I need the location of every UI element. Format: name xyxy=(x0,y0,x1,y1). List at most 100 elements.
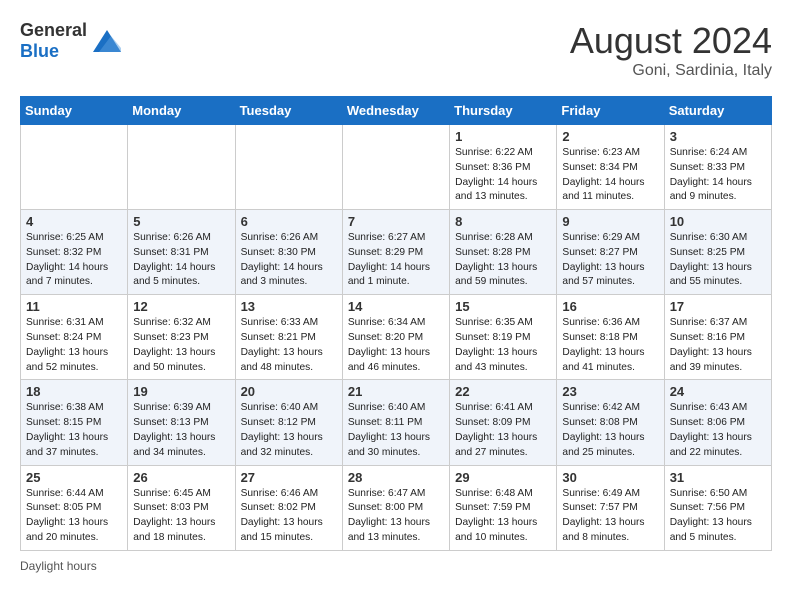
day-cell xyxy=(235,125,342,210)
day-cell: 1 Sunrise: 6:22 AM Sunset: 8:36 PM Daylig… xyxy=(450,125,557,210)
day-cell: 5 Sunrise: 6:26 AM Sunset: 8:31 PM Daylig… xyxy=(128,210,235,295)
day-number: 10 xyxy=(670,214,766,229)
day-number: 15 xyxy=(455,299,551,314)
day-info: Sunrise: 6:41 AM Sunset: 8:09 PM Dayligh… xyxy=(455,401,551,460)
day-cell: 21Sunrise: 6:40 AM Sunset: 8:11 PM Dayli… xyxy=(342,380,449,465)
day-cell: 18 Sunrise: 6:38 AM Sunset: 8:15 PM Dayli… xyxy=(21,380,128,465)
day-number: 22 xyxy=(455,384,551,399)
day-number: 16 xyxy=(562,299,658,314)
day-cell: 22 Sunrise: 6:41 AM Sunset: 8:09 PM Dayli… xyxy=(450,380,557,465)
day-cell: 4 Sunrise: 6:25 AM Sunset: 8:32 PM Daylig… xyxy=(21,210,128,295)
day-number: 3 xyxy=(670,129,766,144)
day-number: 12 xyxy=(133,299,229,314)
day-number: 7 xyxy=(348,214,444,229)
day-cell: 30Sunrise: 6:49 AM Sunset: 7:57 PM Dayli… xyxy=(557,465,664,550)
logo-general: General xyxy=(20,20,87,40)
day-number: 4 xyxy=(26,214,122,229)
footer-note: Daylight hours xyxy=(20,559,772,573)
week-row-2: 4 Sunrise: 6:25 AM Sunset: 8:32 PM Daylig… xyxy=(21,210,772,295)
day-cell: 29 Sunrise: 6:48 AM Sunset: 7:59 PM Dayli… xyxy=(450,465,557,550)
day-info: Sunrise: 6:36 AM Sunset: 8:18 PM Dayligh… xyxy=(562,316,658,375)
day-info: Sunrise: 6:45 AM Sunset: 8:03 PM Dayligh… xyxy=(133,487,229,546)
day-number: 28 xyxy=(348,470,444,485)
day-info: Sunrise: 6:26 AM Sunset: 8:30 PM Dayligh… xyxy=(241,231,337,290)
day-info: Sunrise: 6:43 AM Sunset: 8:06 PM Dayligh… xyxy=(670,401,766,460)
day-info: Sunrise: 6:29 AM Sunset: 8:27 PM Dayligh… xyxy=(562,231,658,290)
day-cell: 20 Sunrise: 6:40 AM Sunset: 8:12 PM Dayli… xyxy=(235,380,342,465)
week-row-5: 25Sunrise: 6:44 AM Sunset: 8:05 PM Dayli… xyxy=(21,465,772,550)
day-cell: 12Sunrise: 6:32 AM Sunset: 8:23 PM Dayli… xyxy=(128,295,235,380)
day-cell: 9Sunrise: 6:29 AM Sunset: 8:27 PM Daylig… xyxy=(557,210,664,295)
title-block: August 2024 Goni, Sardinia, Italy xyxy=(570,20,772,80)
day-number: 31 xyxy=(670,470,766,485)
day-cell: 10 Sunrise: 6:30 AM Sunset: 8:25 PM Dayli… xyxy=(664,210,771,295)
calendar-body: 1 Sunrise: 6:22 AM Sunset: 8:36 PM Daylig… xyxy=(21,125,772,551)
day-cell: 23Sunrise: 6:42 AM Sunset: 8:08 PM Dayli… xyxy=(557,380,664,465)
day-cell: 2 Sunrise: 6:23 AM Sunset: 8:34 PM Daylig… xyxy=(557,125,664,210)
day-info: Sunrise: 6:26 AM Sunset: 8:31 PM Dayligh… xyxy=(133,231,229,290)
weekday-thursday: Thursday xyxy=(450,97,557,125)
day-cell xyxy=(21,125,128,210)
day-number: 2 xyxy=(562,129,658,144)
day-number: 13 xyxy=(241,299,337,314)
week-row-4: 18 Sunrise: 6:38 AM Sunset: 8:15 PM Dayli… xyxy=(21,380,772,465)
day-cell: 6 Sunrise: 6:26 AM Sunset: 8:30 PM Daylig… xyxy=(235,210,342,295)
day-cell: 11 Sunrise: 6:31 AM Sunset: 8:24 PM Dayli… xyxy=(21,295,128,380)
week-row-1: 1 Sunrise: 6:22 AM Sunset: 8:36 PM Daylig… xyxy=(21,125,772,210)
day-cell: 24 Sunrise: 6:43 AM Sunset: 8:06 PM Dayli… xyxy=(664,380,771,465)
day-number: 5 xyxy=(133,214,229,229)
location-title: Goni, Sardinia, Italy xyxy=(570,62,772,80)
week-row-3: 11 Sunrise: 6:31 AM Sunset: 8:24 PM Dayli… xyxy=(21,295,772,380)
day-info: Sunrise: 6:37 AM Sunset: 8:16 PM Dayligh… xyxy=(670,316,766,375)
weekday-monday: Monday xyxy=(128,97,235,125)
day-number: 8 xyxy=(455,214,551,229)
day-cell: 8Sunrise: 6:28 AM Sunset: 8:28 PM Daylig… xyxy=(450,210,557,295)
day-info: Sunrise: 6:48 AM Sunset: 7:59 PM Dayligh… xyxy=(455,487,551,546)
day-info: Sunrise: 6:47 AM Sunset: 8:00 PM Dayligh… xyxy=(348,487,444,546)
day-number: 26 xyxy=(133,470,229,485)
day-number: 19 xyxy=(133,384,229,399)
logo-text: General Blue xyxy=(20,20,87,62)
weekday-tuesday: Tuesday xyxy=(235,97,342,125)
day-number: 30 xyxy=(562,470,658,485)
calendar-table: SundayMondayTuesdayWednesdayThursdayFrid… xyxy=(20,96,772,551)
weekday-sunday: Sunday xyxy=(21,97,128,125)
weekday-friday: Friday xyxy=(557,97,664,125)
day-info: Sunrise: 6:35 AM Sunset: 8:19 PM Dayligh… xyxy=(455,316,551,375)
day-number: 24 xyxy=(670,384,766,399)
logo-blue: Blue xyxy=(20,41,59,61)
day-info: Sunrise: 6:34 AM Sunset: 8:20 PM Dayligh… xyxy=(348,316,444,375)
day-info: Sunrise: 6:22 AM Sunset: 8:36 PM Dayligh… xyxy=(455,146,551,205)
day-number: 17 xyxy=(670,299,766,314)
day-cell: 25Sunrise: 6:44 AM Sunset: 8:05 PM Dayli… xyxy=(21,465,128,550)
day-cell: 14Sunrise: 6:34 AM Sunset: 8:20 PM Dayli… xyxy=(342,295,449,380)
day-cell: 3Sunrise: 6:24 AM Sunset: 8:33 PM Daylig… xyxy=(664,125,771,210)
day-number: 20 xyxy=(241,384,337,399)
day-info: Sunrise: 6:46 AM Sunset: 8:02 PM Dayligh… xyxy=(241,487,337,546)
day-info: Sunrise: 6:38 AM Sunset: 8:15 PM Dayligh… xyxy=(26,401,122,460)
day-number: 6 xyxy=(241,214,337,229)
day-info: Sunrise: 6:31 AM Sunset: 8:24 PM Dayligh… xyxy=(26,316,122,375)
day-number: 11 xyxy=(26,299,122,314)
day-info: Sunrise: 6:40 AM Sunset: 8:12 PM Dayligh… xyxy=(241,401,337,460)
day-cell: 27 Sunrise: 6:46 AM Sunset: 8:02 PM Dayli… xyxy=(235,465,342,550)
weekday-saturday: Saturday xyxy=(664,97,771,125)
day-info: Sunrise: 6:23 AM Sunset: 8:34 PM Dayligh… xyxy=(562,146,658,205)
day-cell: 7 Sunrise: 6:27 AM Sunset: 8:29 PM Daylig… xyxy=(342,210,449,295)
page-header: General Blue August 2024 Goni, Sardinia,… xyxy=(20,20,772,80)
day-info: Sunrise: 6:27 AM Sunset: 8:29 PM Dayligh… xyxy=(348,231,444,290)
logo-icon xyxy=(93,30,121,52)
day-cell: 15 Sunrise: 6:35 AM Sunset: 8:19 PM Dayli… xyxy=(450,295,557,380)
day-info: Sunrise: 6:39 AM Sunset: 8:13 PM Dayligh… xyxy=(133,401,229,460)
day-cell: 13Sunrise: 6:33 AM Sunset: 8:21 PM Dayli… xyxy=(235,295,342,380)
day-info: Sunrise: 6:25 AM Sunset: 8:32 PM Dayligh… xyxy=(26,231,122,290)
day-info: Sunrise: 6:30 AM Sunset: 8:25 PM Dayligh… xyxy=(670,231,766,290)
day-number: 27 xyxy=(241,470,337,485)
day-cell: 17 Sunrise: 6:37 AM Sunset: 8:16 PM Dayli… xyxy=(664,295,771,380)
day-number: 21 xyxy=(348,384,444,399)
day-cell: 16 Sunrise: 6:36 AM Sunset: 8:18 PM Dayli… xyxy=(557,295,664,380)
weekday-header-row: SundayMondayTuesdayWednesdayThursdayFrid… xyxy=(21,97,772,125)
day-number: 29 xyxy=(455,470,551,485)
day-number: 1 xyxy=(455,129,551,144)
day-number: 18 xyxy=(26,384,122,399)
